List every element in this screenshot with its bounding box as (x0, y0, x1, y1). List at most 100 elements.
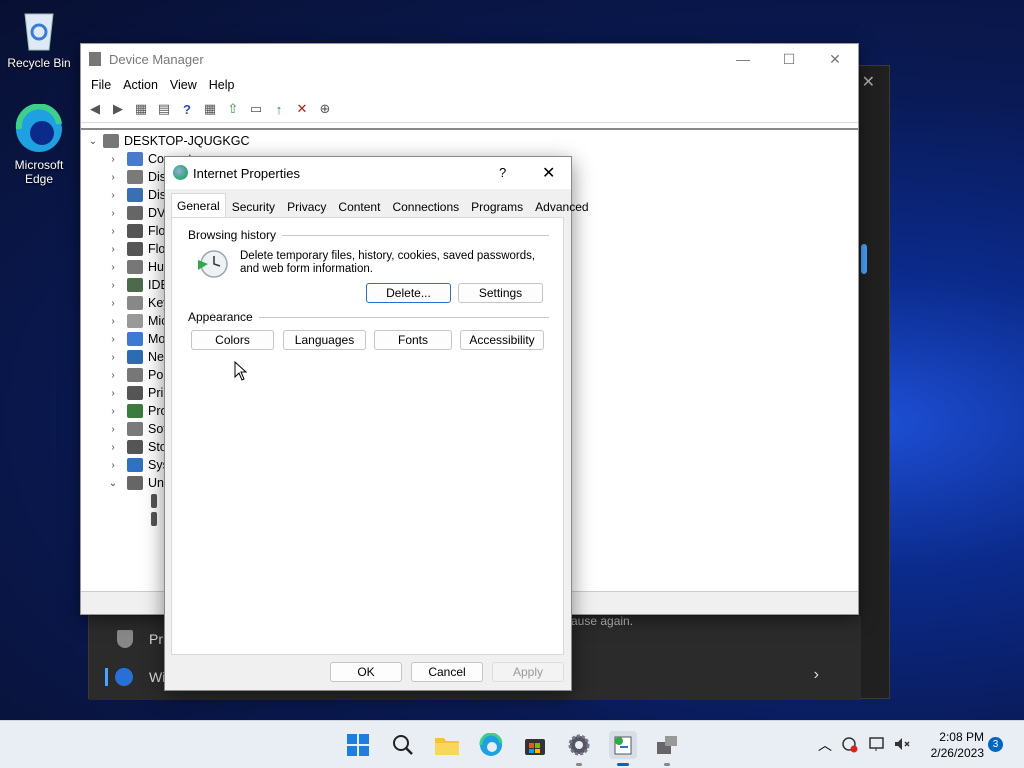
usb-icon (151, 494, 157, 508)
chevron-down-icon[interactable]: ⌄ (87, 136, 99, 147)
chevron-right-icon[interactable]: › (107, 226, 119, 237)
menu-view[interactable]: View (164, 78, 203, 92)
accessibility-button[interactable]: Accessibility (460, 330, 544, 350)
tree-item[interactable]: › Mic (107, 312, 167, 330)
close-button[interactable]: ✕ (812, 44, 858, 74)
ok-button[interactable]: OK (330, 662, 402, 682)
chevron-right-icon[interactable]: › (107, 388, 119, 399)
help-icon[interactable]: ? (177, 99, 197, 119)
tree-item[interactable]: › Flop (107, 240, 172, 258)
tree-item[interactable]: › Mon (107, 330, 172, 348)
internet-options-taskbar-icon[interactable] (609, 731, 637, 766)
colors-button[interactable]: Colors (191, 330, 274, 350)
tree-item[interactable]: › Port (107, 366, 171, 384)
active-indicator (617, 763, 629, 766)
show-hide-console-icon[interactable]: ▦ (131, 99, 151, 119)
edge-icon[interactable] (477, 731, 505, 759)
settings-button[interactable]: Settings (458, 283, 543, 303)
scroll-indicator (861, 244, 867, 274)
volume-muted-icon[interactable] (893, 735, 911, 753)
help-button[interactable]: ? (499, 165, 506, 180)
fonts-button[interactable]: Fonts (374, 330, 452, 350)
usb-icon (151, 512, 157, 526)
languages-button[interactable]: Languages (283, 330, 366, 350)
tree-item[interactable]: › Soft (107, 420, 170, 438)
notification-badge[interactable]: 3 (988, 737, 1003, 752)
cancel-button[interactable]: Cancel (411, 662, 483, 682)
chevron-right-icon[interactable]: › (107, 352, 119, 363)
enable-device-icon[interactable]: ↑ (269, 99, 289, 119)
chevron-right-icon[interactable]: › (107, 370, 119, 381)
menu-file[interactable]: File (85, 78, 117, 92)
menu-help[interactable]: Help (203, 78, 241, 92)
chevron-right-icon[interactable]: › (107, 208, 119, 219)
tree-child-item[interactable] (143, 510, 162, 528)
tab-security[interactable]: Security (226, 195, 281, 218)
chevron-right-icon[interactable]: › (107, 190, 119, 201)
desktop-icon-edge[interactable]: Microsoft Edge (4, 103, 74, 186)
delete-button[interactable]: Delete... (366, 283, 451, 303)
menu-action[interactable]: Action (117, 78, 164, 92)
chevron-right-icon[interactable]: › (107, 316, 119, 327)
start-icon[interactable] (344, 731, 372, 759)
tree-root[interactable]: ⌄ DESKTOP-JQUGKGC (87, 132, 249, 150)
internet-properties-dialog: Internet Properties ? ✕ General Security… (164, 156, 589, 691)
description-line: and web form information. (240, 263, 373, 275)
chevron-right-icon[interactable]: › (107, 424, 119, 435)
tree-item[interactable]: › Flop (107, 222, 172, 240)
sync-icon[interactable] (840, 735, 858, 753)
tab-programs[interactable]: Programs (465, 195, 529, 218)
network-icon[interactable] (868, 735, 886, 753)
scan-hardware-icon[interactable]: ▭ (246, 99, 266, 119)
close-button[interactable]: ✕ (542, 163, 555, 183)
tree-item[interactable]: › Hun (107, 258, 171, 276)
tab-connections[interactable]: Connections (386, 195, 465, 218)
update-driver-icon[interactable]: ⇧ (223, 99, 243, 119)
tab-privacy[interactable]: Privacy (281, 195, 332, 218)
tree-item[interactable]: › Prin (107, 384, 170, 402)
microsoft-store-icon[interactable] (521, 731, 549, 759)
chevron-right-icon[interactable]: › (107, 244, 119, 255)
properties-icon[interactable]: ▤ (154, 99, 174, 119)
chevron-right-icon[interactable]: › (107, 154, 119, 165)
back-icon[interactable]: ◀ (85, 99, 105, 119)
clock[interactable]: 2:08 PM 2/26/2023 (931, 729, 984, 761)
desktop-icon-recycle-bin[interactable]: Recycle Bin (4, 8, 74, 70)
chevron-down-icon[interactable]: ⌄ (107, 478, 119, 489)
tab-advanced[interactable]: Advanced (529, 195, 594, 218)
chevron-right-icon[interactable]: › (814, 666, 819, 684)
close-icon[interactable]: ✕ (862, 72, 875, 92)
chevron-right-icon[interactable]: › (107, 406, 119, 417)
tree-item[interactable]: › Disk (107, 168, 172, 186)
tab-content[interactable]: Content (332, 195, 386, 218)
device-category-icon (127, 386, 143, 400)
chevron-right-icon[interactable]: › (107, 280, 119, 291)
chevron-right-icon[interactable]: › (107, 172, 119, 183)
maximize-button[interactable]: ☐ (766, 44, 812, 74)
settings-gear-icon[interactable] (565, 731, 593, 766)
chevron-right-icon[interactable]: › (107, 442, 119, 453)
device-category-icon (127, 188, 143, 202)
minimize-button[interactable]: — (720, 44, 766, 74)
view-icon[interactable]: ▦ (200, 99, 220, 119)
tab-general[interactable]: General (171, 193, 226, 217)
chevron-right-icon[interactable]: › (107, 334, 119, 345)
chevron-right-icon[interactable]: › (107, 460, 119, 471)
file-explorer-icon[interactable] (433, 731, 461, 759)
chevron-right-icon[interactable]: › (107, 262, 119, 273)
show-hidden-icons-chevron-up-icon[interactable]: ︿ (818, 735, 832, 755)
apply-button[interactable]: Apply (492, 662, 564, 682)
device-category-icon (127, 368, 143, 382)
disable-device-icon[interactable]: ⊕ (315, 99, 335, 119)
tree-item[interactable]: › Syst (107, 456, 172, 474)
forward-icon[interactable]: ▶ (108, 99, 128, 119)
device-manager-taskbar-icon[interactable] (653, 731, 681, 766)
device-category-icon (127, 296, 143, 310)
uninstall-device-icon[interactable]: ✕ (292, 99, 312, 119)
tree-item[interactable]: › IDE (107, 276, 169, 294)
search-icon[interactable] (389, 731, 417, 759)
tree-item[interactable]: › Stor (107, 438, 171, 456)
chevron-right-icon[interactable]: › (107, 298, 119, 309)
browsing-history-group: Browsing history (188, 228, 549, 242)
tree-child-item[interactable] (143, 492, 162, 510)
